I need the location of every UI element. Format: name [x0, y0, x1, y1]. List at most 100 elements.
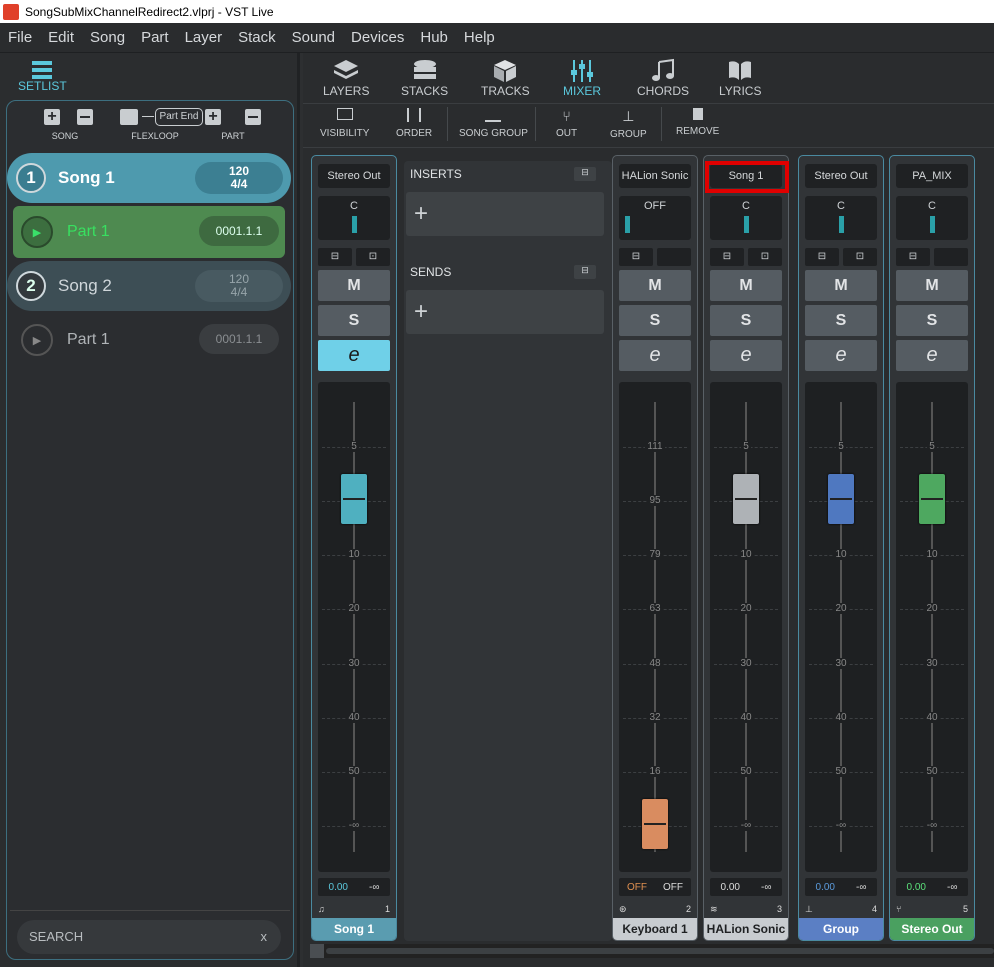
edit-button[interactable]: e — [896, 340, 968, 371]
solo-button[interactable]: S — [896, 305, 968, 336]
add-send-button[interactable]: + — [406, 290, 604, 334]
tab-chords[interactable]: CHORDS — [637, 58, 689, 98]
send-bypass-button[interactable]: ⊡ — [748, 248, 782, 266]
add-song-button[interactable]: + — [37, 109, 67, 125]
menu-song[interactable]: Song — [90, 29, 125, 46]
menu-stack[interactable]: Stack — [238, 29, 276, 46]
pan-control[interactable]: C — [805, 196, 877, 240]
play-icon[interactable]: ▶ — [21, 324, 53, 356]
insert-bypass-button[interactable]: ⊟ — [619, 248, 653, 266]
output-routing[interactable]: Song 1 — [710, 164, 782, 188]
menu-sound[interactable]: Sound — [292, 29, 335, 46]
horizontal-scrollbar[interactable] — [310, 944, 994, 958]
solo-button[interactable]: S — [619, 305, 691, 336]
volume-fader[interactable]: 501020304050-∞ — [710, 382, 782, 872]
volume-value[interactable]: 0.00 — [329, 882, 348, 893]
add-insert-button[interactable]: + — [406, 192, 604, 236]
song-row-1[interactable]: 1 Song 1 120 4/4 — [7, 153, 291, 203]
send-bypass-button[interactable]: ⊡ — [356, 248, 390, 266]
inserts-bypass-button[interactable]: ⊟ — [574, 167, 596, 181]
mute-button[interactable]: M — [619, 270, 691, 301]
out-button[interactable]: ⑂ OUT — [556, 108, 577, 139]
volume-fader[interactable]: 501020304050-∞ — [896, 382, 968, 872]
edit-button[interactable]: e — [710, 340, 782, 371]
pan-control[interactable]: C — [710, 196, 782, 240]
menu-layer[interactable]: Layer — [185, 29, 223, 46]
insert-bypass-button[interactable]: ⊟ — [896, 248, 930, 266]
insert-bypass-button[interactable]: ⊟ — [318, 248, 352, 266]
add-part-button[interactable]: + — [205, 109, 221, 125]
volume-value[interactable]: 0.00 — [816, 882, 835, 893]
scroll-left-arrow[interactable] — [310, 944, 324, 958]
volume-fader[interactable]: 1119579634832160 — [619, 382, 691, 872]
channel-name[interactable]: Group — [799, 918, 883, 940]
search-input[interactable]: SEARCH x — [17, 920, 281, 954]
channel-name[interactable]: Stereo Out — [890, 918, 974, 940]
channel-name[interactable]: Keyboard 1 — [613, 918, 697, 940]
volume-value[interactable]: OFF — [627, 882, 647, 893]
song-row-2[interactable]: 2 Song 2 120 4/4 — [7, 261, 291, 311]
output-routing[interactable]: HALion Sonic — [619, 164, 691, 188]
tab-lyrics[interactable]: LYRICS — [719, 58, 761, 98]
pan-control[interactable]: C — [318, 196, 390, 240]
song-group-button[interactable]: SONG GROUP — [459, 108, 528, 139]
menu-edit[interactable]: Edit — [48, 29, 74, 46]
remove-part-button[interactable] — [245, 109, 261, 125]
edit-button[interactable]: e — [805, 340, 877, 371]
tab-setlist[interactable]: SETLIST — [18, 61, 67, 93]
fader-handle[interactable] — [642, 799, 668, 849]
part-end-select[interactable]: Part End — [155, 108, 203, 126]
mute-button[interactable]: M — [805, 270, 877, 301]
insert-bypass-button[interactable]: ⊟ — [710, 248, 744, 266]
tab-mixer[interactable]: MIXER — [563, 58, 601, 98]
remove-button[interactable]: REMOVE — [676, 108, 719, 137]
send-bypass-button[interactable]: ⊡ — [843, 248, 877, 266]
volume-fader[interactable]: 501020304050-∞ — [318, 382, 390, 872]
insert-bypass-button[interactable]: ⊟ — [805, 248, 839, 266]
tab-tracks[interactable]: TRACKS — [481, 58, 530, 98]
send-bypass-button[interactable] — [934, 248, 968, 266]
menu-part[interactable]: Part — [141, 29, 169, 46]
volume-value[interactable]: 0.00 — [907, 882, 926, 893]
channel-name[interactable]: HALion Sonic — [704, 918, 788, 940]
visibility-button[interactable]: VISIBILITY — [320, 108, 369, 139]
edit-button[interactable]: e — [619, 340, 691, 371]
output-routing[interactable]: Stereo Out — [805, 164, 877, 188]
menu-file[interactable]: File — [8, 29, 32, 46]
tempo-box[interactable]: 120 4/4 — [195, 162, 283, 194]
tab-layers[interactable]: LAYERS — [323, 58, 369, 98]
fader-handle[interactable] — [341, 474, 367, 524]
output-routing[interactable]: PA_MIX — [896, 164, 968, 188]
flexloop-icon[interactable] — [120, 109, 138, 125]
part-row-2-1[interactable]: ▶ Part 1 0001.1.1 — [13, 314, 285, 366]
menu-hub[interactable]: Hub — [420, 29, 448, 46]
fader-handle[interactable] — [828, 474, 854, 524]
solo-button[interactable]: S — [805, 305, 877, 336]
volume-value[interactable]: 0.00 — [721, 882, 740, 893]
output-routing[interactable]: Stereo Out — [318, 164, 390, 188]
volume-fader[interactable]: 501020304050-∞ — [805, 382, 877, 872]
play-icon[interactable]: ▶ — [21, 216, 53, 248]
fader-handle[interactable] — [919, 474, 945, 524]
tab-stacks[interactable]: STACKS — [401, 58, 448, 98]
clear-search-button[interactable]: x — [261, 920, 268, 954]
mute-button[interactable]: M — [318, 270, 390, 301]
sends-bypass-button[interactable]: ⊟ — [574, 265, 596, 279]
channel-name[interactable]: Song 1 — [312, 918, 396, 940]
scroll-thumb[interactable] — [326, 948, 994, 954]
group-button[interactable]: ⊥ GROUP — [610, 108, 647, 140]
mute-button[interactable]: M — [710, 270, 782, 301]
menu-devices[interactable]: Devices — [351, 29, 404, 46]
part-row-1-1[interactable]: ▶ Part 1 0001.1.1 — [13, 206, 285, 258]
mute-button[interactable]: M — [896, 270, 968, 301]
pan-control[interactable]: C — [896, 196, 968, 240]
menu-help[interactable]: Help — [464, 29, 495, 46]
remove-song-button[interactable] — [77, 109, 97, 125]
order-button[interactable]: ORDER — [396, 108, 432, 139]
send-bypass-button[interactable] — [657, 248, 691, 266]
edit-button[interactable]: e — [318, 340, 390, 371]
tempo-box[interactable]: 120 4/4 — [195, 270, 283, 302]
pan-control[interactable]: OFF — [619, 196, 691, 240]
solo-button[interactable]: S — [318, 305, 390, 336]
solo-button[interactable]: S — [710, 305, 782, 336]
